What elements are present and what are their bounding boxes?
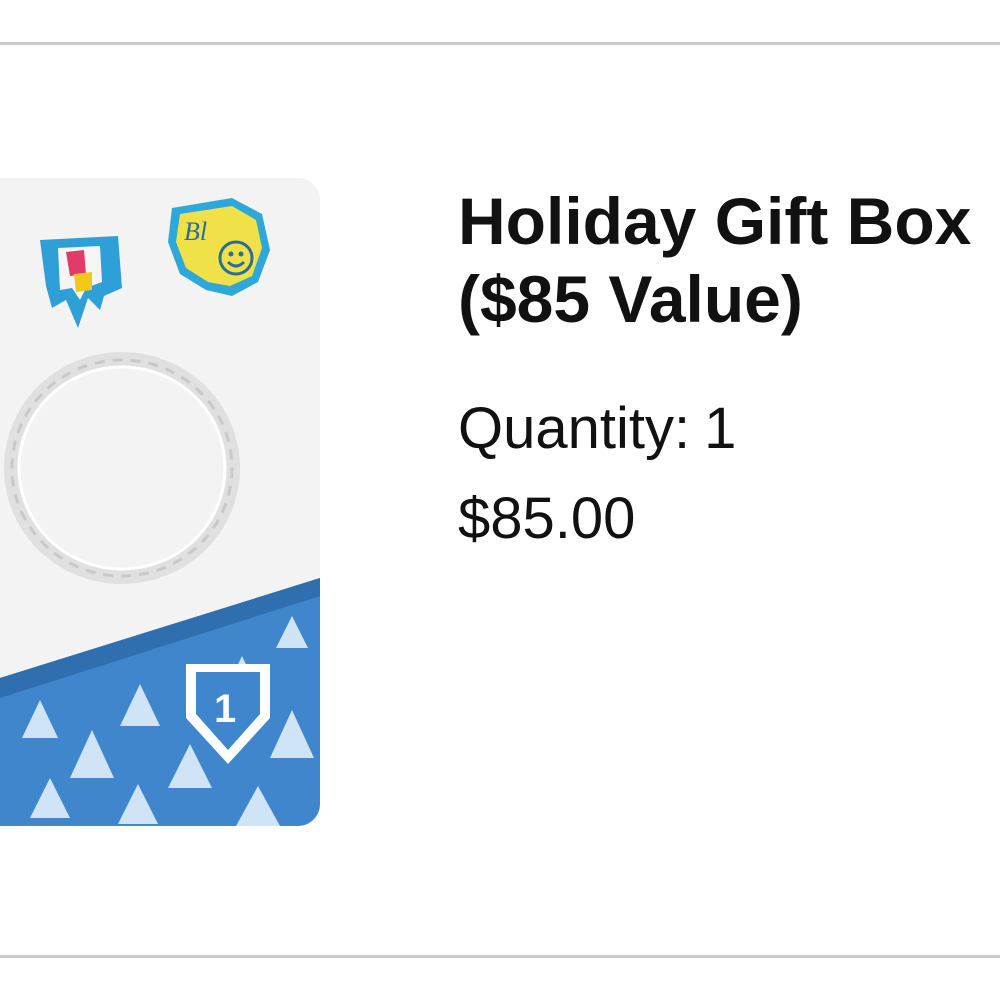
quantity-row: Quantity: 1 [458, 394, 1000, 464]
quantity-label: Quantity: [458, 396, 691, 461]
item-title[interactable]: Holiday Gift Box ($85 Value) [458, 182, 1000, 338]
item-price: $85.00 [458, 486, 636, 551]
item-title-line2: ($85 Value) [458, 262, 803, 336]
top-divider [0, 42, 1000, 45]
svg-text:Bl: Bl [184, 217, 207, 246]
item-details: Holiday Gift Box ($85 Value) Quantity: 1 … [458, 182, 1000, 554]
bottom-divider [0, 955, 1000, 958]
item-title-line1: Holiday Gift Box [458, 184, 972, 258]
product-image[interactable]: Bl 1 [0, 178, 320, 826]
svg-text:1: 1 [214, 687, 236, 731]
quantity-value: 1 [704, 396, 737, 461]
